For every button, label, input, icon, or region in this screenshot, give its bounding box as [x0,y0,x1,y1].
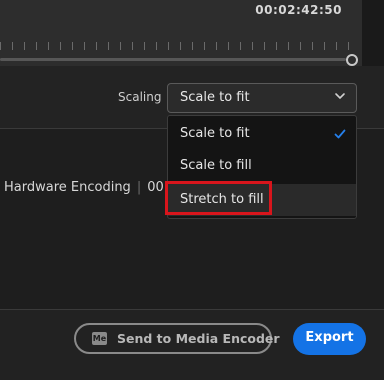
export-label: Export [305,330,354,345]
scaling-select[interactable]: Scale to fit [167,83,357,113]
highlight-box [165,181,272,215]
send-to-media-encoder-button[interactable]: Me Send to Media Encoder [74,323,280,354]
option-label: Scale to fit [180,126,250,141]
checkmark-icon [334,129,346,139]
chevron-down-icon [335,93,345,100]
encoding-label: Hardware Encoding [4,180,131,195]
playhead-handle[interactable] [346,54,358,66]
timeline-track[interactable] [0,58,346,61]
timeline-ruler [0,42,350,50]
export-button[interactable]: Export [293,323,366,355]
option-scale-to-fit[interactable]: Scale to fit [168,118,356,150]
separator: | [136,180,142,195]
timeline-panel: 00:02:42:50 [0,0,362,66]
timecode: 00:02:42:50 [255,3,342,17]
option-scale-to-fill[interactable]: Scale to fill [168,150,356,182]
media-encoder-icon: Me [92,332,107,345]
encoding-summary: Hardware Encoding | 00:02 [4,180,185,195]
scaling-select-value: Scale to fit [180,90,250,105]
scrollbar[interactable] [362,0,384,66]
send-to-media-encoder-label: Send to Media Encoder [117,331,280,346]
option-label: Scale to fill [180,158,252,173]
scaling-label: Scaling [118,90,162,104]
